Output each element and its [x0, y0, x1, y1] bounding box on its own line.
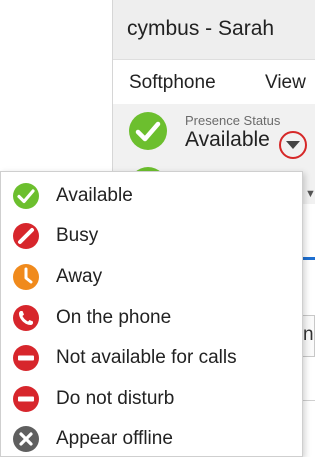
clock-icon	[12, 263, 40, 291]
presence-caption: Presence Status	[185, 113, 281, 128]
status-item-label: Appear offline	[56, 427, 173, 449]
check-circle-icon	[128, 111, 168, 151]
input-box-text: n	[303, 324, 314, 345]
presence-value: Available	[185, 128, 270, 151]
menu-softphone[interactable]: Softphone	[129, 72, 216, 94]
presence-status-menu: Available Busy Away On the phone Not ava…	[0, 171, 303, 457]
presence-dropdown-button[interactable]	[279, 131, 307, 159]
check-circle-icon	[12, 182, 40, 210]
status-item-not-available-for-calls[interactable]: Not available for calls	[1, 339, 302, 376]
status-item-label: Away	[56, 265, 103, 287]
x-circle-icon	[12, 425, 40, 453]
chevron-down-icon	[286, 141, 300, 149]
accent-underline	[303, 257, 315, 260]
minus-circle-icon	[12, 385, 40, 413]
status-item-label: Available	[56, 184, 133, 206]
status-item-busy[interactable]: Busy	[1, 217, 302, 254]
status-item-away[interactable]: Away	[1, 258, 302, 295]
status-item-label: Busy	[56, 224, 99, 246]
chevron-down-icon[interactable]: ▼	[305, 188, 316, 200]
status-item-label: On the phone	[56, 306, 172, 328]
minus-circle-icon	[12, 344, 40, 372]
busy-slash-icon	[12, 222, 40, 250]
status-item-do-not-disturb[interactable]: Do not disturb	[1, 380, 302, 417]
status-item-available[interactable]: Available	[1, 177, 302, 214]
title-bar: cymbus - Sarah	[113, 0, 315, 60]
status-item-label: Do not disturb	[56, 387, 175, 409]
status-item-label: Not available for calls	[56, 346, 237, 368]
window-title: cymbus - Sarah	[127, 17, 275, 40]
status-item-on-the-phone[interactable]: On the phone	[1, 299, 302, 336]
divider	[301, 400, 315, 401]
menu-bar: Softphone View	[113, 60, 315, 104]
status-item-appear-offline[interactable]: Appear offline	[1, 420, 302, 457]
phone-icon	[12, 304, 40, 332]
menu-view[interactable]: View	[265, 72, 306, 94]
input-box-peek[interactable]: n	[301, 315, 315, 357]
